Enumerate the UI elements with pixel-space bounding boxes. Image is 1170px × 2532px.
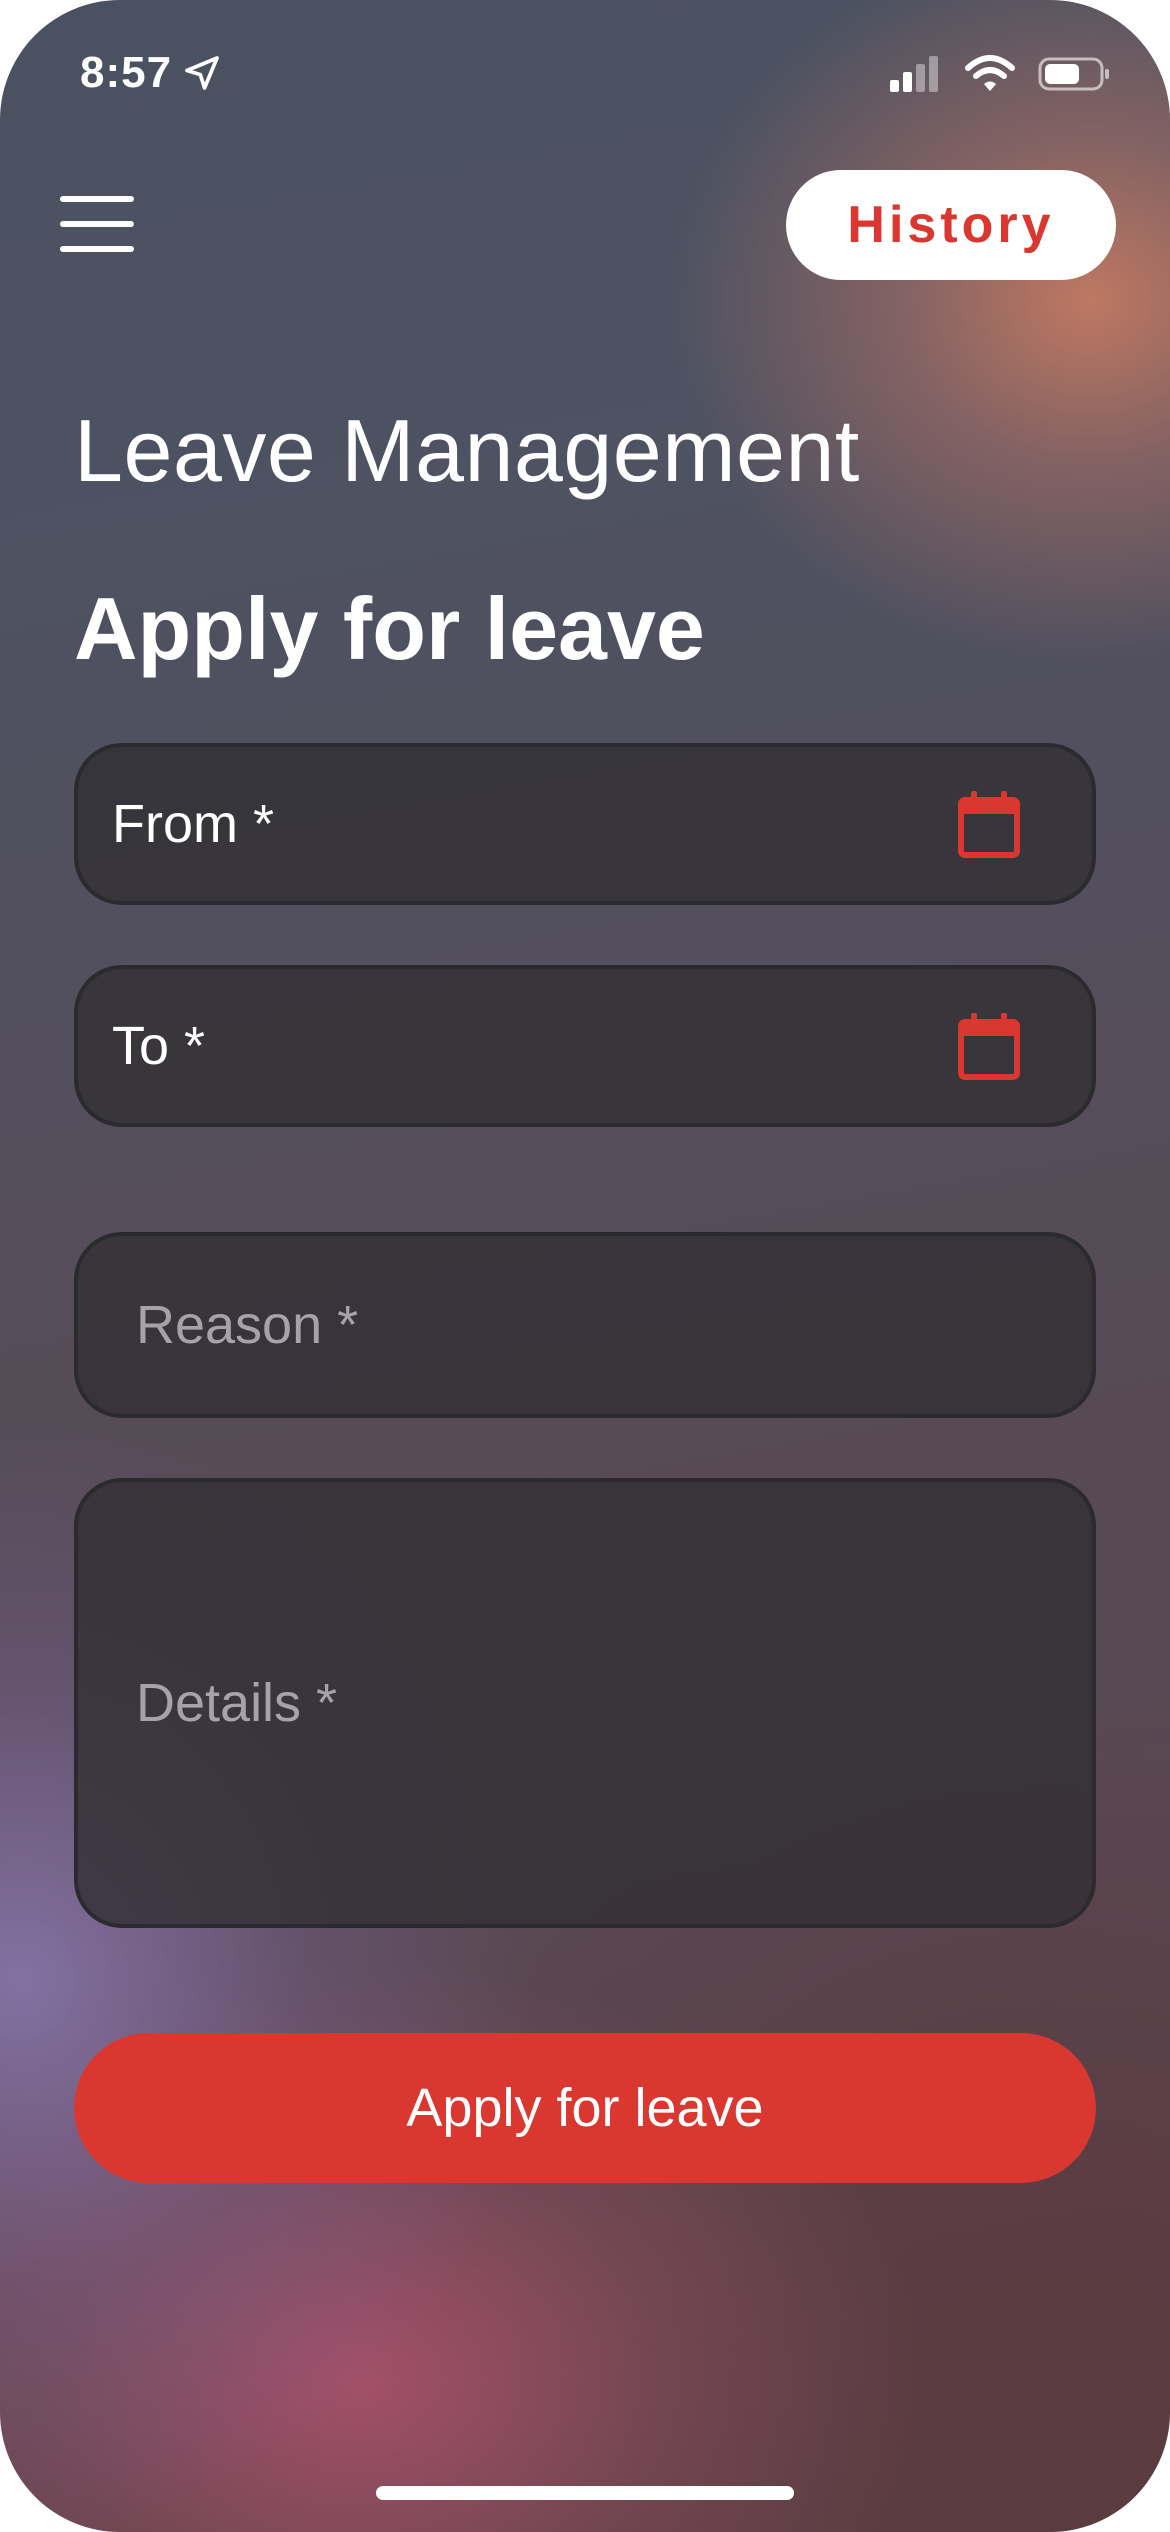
to-date-label: To * <box>112 1016 206 1076</box>
from-date-label: From * <box>112 794 274 854</box>
to-date-field[interactable]: To * <box>74 965 1096 1127</box>
status-bar-indicators <box>888 54 1112 94</box>
calendar-icon[interactable] <box>958 1012 1020 1080</box>
status-time-text: 8:57 <box>80 48 173 97</box>
calendar-icon[interactable] <box>958 790 1020 858</box>
battery-icon <box>1038 57 1109 91</box>
location-arrow-icon <box>185 56 219 90</box>
menu-line <box>60 196 134 202</box>
status-bar-time: 8:57 <box>80 48 222 98</box>
history-button-label: History <box>847 196 1055 254</box>
reason-placeholder: Reason * <box>136 1295 359 1355</box>
reason-input[interactable]: Reason * <box>74 1232 1096 1418</box>
cellular-signal-icon <box>890 56 938 92</box>
details-textarea[interactable]: Details * <box>74 1478 1096 1928</box>
history-button[interactable]: History <box>786 170 1116 280</box>
menu-line <box>60 221 134 227</box>
home-indicator <box>376 2486 794 2500</box>
details-placeholder: Details * <box>136 1673 338 1733</box>
hamburger-menu-icon[interactable] <box>60 196 138 252</box>
apply-for-leave-button[interactable]: Apply for leave <box>74 2033 1096 2183</box>
menu-line <box>60 246 134 252</box>
apply-button-label: Apply for leave <box>406 2078 764 2138</box>
from-date-field[interactable]: From * <box>74 743 1096 905</box>
wifi-icon <box>965 55 1015 91</box>
page-title: Leave Management <box>74 401 860 500</box>
app-screen: 8:57 History Leave Management Apply for … <box>0 0 1170 2532</box>
section-title: Apply for leave <box>74 579 705 678</box>
